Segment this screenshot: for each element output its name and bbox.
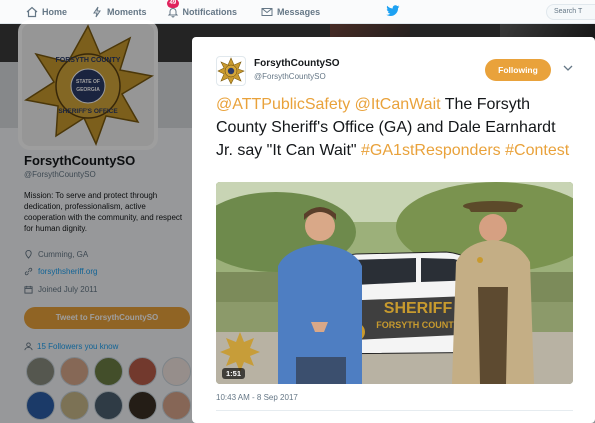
badge-state-top: STATE OF xyxy=(76,79,100,85)
twitter-bird-icon[interactable] xyxy=(386,5,400,17)
badge-state: GEORGIA xyxy=(76,87,100,93)
nav-messages-label: Messages xyxy=(277,6,321,17)
link-icon xyxy=(24,267,33,276)
tweet-text: @ATTPublicSafety @ItCanWait The Forsyth … xyxy=(216,93,576,162)
chevron-down-icon[interactable] xyxy=(563,65,573,72)
profile-joined-text: Joined July 2011 xyxy=(38,285,98,294)
badge-bottom-text: SHERIFF'S OFFICE xyxy=(58,108,118,115)
profile-bio: Mission: To serve and protect through de… xyxy=(24,191,183,233)
car-sheriff-text: SHERIFF xyxy=(384,300,453,317)
people-icon xyxy=(24,342,33,351)
notifications-badge: 49 xyxy=(166,0,180,8)
profile-name[interactable]: ForsythCountySO xyxy=(24,153,135,168)
follower-avatar[interactable] xyxy=(162,357,191,386)
video-player[interactable]: SHERIFF FORSYTH COUNTY 1:51 xyxy=(216,182,573,384)
calendar-icon xyxy=(24,285,33,294)
follower-avatar[interactable] xyxy=(128,357,157,386)
hashtag-link[interactable]: #Contest xyxy=(505,142,569,159)
location-pin-icon xyxy=(25,250,32,259)
profile-location-text: Cumming, GA xyxy=(38,250,89,259)
search-input[interactable]: Search T xyxy=(546,4,595,20)
follower-avatar[interactable] xyxy=(94,391,123,420)
video-duration: 1:51 xyxy=(222,368,246,379)
envelope-icon xyxy=(261,7,273,16)
nav-notifications-label: Notifications xyxy=(182,6,238,17)
nav-notifications[interactable]: 49 Notifications xyxy=(166,0,238,18)
hashtag-link[interactable]: #GA1stResponders xyxy=(361,142,501,159)
mention-link[interactable]: @ItCanWait xyxy=(355,96,441,113)
tweet-to-button[interactable]: Tweet to ForsythCountySO xyxy=(24,307,190,329)
follower-avatar[interactable] xyxy=(162,391,191,420)
follower-avatar[interactable] xyxy=(128,391,157,420)
followers-you-know[interactable]: 15 Followers you know xyxy=(24,342,118,351)
car-county-text: FORSYTH COUNTY xyxy=(376,320,460,330)
sheriff-star-badge-icon xyxy=(217,57,245,85)
tweet-author-handle[interactable]: @ForsythCountySO xyxy=(254,72,326,81)
lightning-icon xyxy=(93,6,101,17)
profile-website[interactable]: forsythsheriff.org xyxy=(24,267,97,276)
profile-handle: @ForsythCountySO xyxy=(24,170,96,179)
nav-moments-label: Moments xyxy=(107,6,147,17)
badge-top-text: FORSYTH COUNTY xyxy=(56,57,121,64)
mention-link[interactable]: @ATTPublicSafety xyxy=(216,96,350,113)
nav-messages[interactable]: Messages xyxy=(261,6,320,18)
nav-home[interactable]: Home xyxy=(26,6,67,18)
tweet-author-name[interactable]: ForsythCountySO xyxy=(254,58,340,69)
profile-joined: Joined July 2011 xyxy=(24,285,97,294)
home-icon xyxy=(26,6,38,17)
profile-location: Cumming, GA xyxy=(24,250,88,259)
followers-you-know-link[interactable]: 15 Followers you know xyxy=(37,342,118,351)
video-thumbnail: SHERIFF FORSYTH COUNTY xyxy=(216,182,573,384)
tweet-timestamp[interactable]: 10:43 AM - 8 Sep 2017 xyxy=(216,393,298,402)
follower-avatar[interactable] xyxy=(26,357,55,386)
follower-avatar[interactable] xyxy=(60,391,89,420)
follower-avatar[interactable] xyxy=(60,357,89,386)
divider xyxy=(216,410,573,411)
tweet-author-avatar[interactable] xyxy=(216,56,246,86)
profile-avatar[interactable]: STATE OF GEORGIA FORSYTH COUNTY SHERIFF'… xyxy=(18,20,158,150)
follower-avatar[interactable] xyxy=(94,357,123,386)
tweet-modal: ForsythCountySO @ForsythCountySO Followi… xyxy=(192,37,595,423)
follower-avatar[interactable] xyxy=(26,391,55,420)
nav-moments[interactable]: Moments xyxy=(91,6,147,18)
sheriff-star-badge-icon: STATE OF GEORGIA FORSYTH COUNTY SHERIFF'… xyxy=(24,24,154,146)
profile-website-link[interactable]: forsythsheriff.org xyxy=(38,267,97,276)
nav-home-label: Home xyxy=(42,6,68,17)
following-button[interactable]: Following xyxy=(485,59,551,81)
